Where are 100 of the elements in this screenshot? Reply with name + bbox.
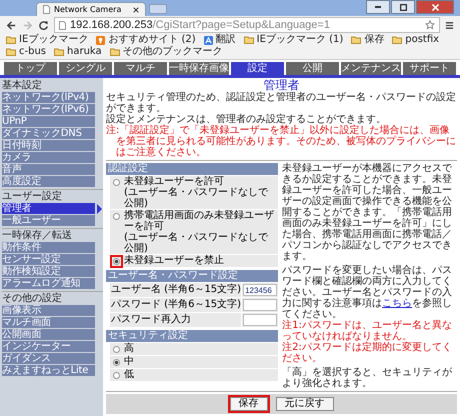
sidebar-heading: 一時保存／転送: [2, 230, 73, 242]
bookmark-item[interactable]: 翻訳: [204, 34, 236, 46]
bookmark-item[interactable]: c-bus: [6, 46, 46, 58]
back-icon[interactable]: [6, 20, 17, 30]
note-text: 「高」を選択すると、セキュリティがより強化されます。: [282, 367, 454, 389]
sidebar-item[interactable]: 動作条件: [2, 242, 95, 253]
sidebar-item[interactable]: 音声: [2, 164, 95, 175]
page-title: 管理者: [264, 78, 300, 92]
sidebar-item[interactable]: マルチ画面: [2, 317, 95, 328]
sidebar-item[interactable]: 高度設定: [2, 176, 95, 187]
close-icon: [432, 4, 438, 10]
radio-row[interactable]: 携帯電話用画面のみ未登録ユーザーを許可 (ユーザー名・パスワードなしで公開): [110, 210, 278, 254]
nav-tab[interactable]: トップ: [4, 62, 57, 75]
note-text: パスワードを変更したい場合は、パスワード欄と確認欄の両方に入力してください。ユーザー名とパスワードの入力に関する注意事項はこちら を参照してください。: [282, 265, 454, 320]
sidebar-item[interactable]: 画像表示: [2, 305, 95, 316]
browser-tab[interactable]: Network Camera: [36, 2, 146, 16]
section-header: セキュリティ設定: [106, 330, 278, 342]
bookmark-item[interactable]: postfix: [392, 34, 440, 46]
sidebar-heading: その他の設定: [2, 293, 63, 304]
bookmark-item[interactable]: おすすめサイト (2): [96, 34, 196, 46]
section-header: 認証設定: [106, 163, 278, 175]
sidebar-item[interactable]: 公開画面: [2, 329, 95, 340]
sidebar-item[interactable]: UPnP: [2, 116, 95, 127]
sidebar-item[interactable]: ダイナミックDNS: [2, 128, 95, 139]
description-text: 設定とメンテナンスは、管理者のみ設定することができます。: [106, 114, 387, 125]
note-text: 注1:パスワードは、ユーザー名と異なっていなければなりません。: [282, 320, 453, 342]
option-label: 未登録ユーザーを禁止: [124, 255, 224, 266]
reload-icon[interactable]: [38, 20, 49, 30]
address-bar[interactable]: 192.168.200.253/CgiStart?page=Setup&Language=1: [54, 17, 440, 33]
folder-icon: [392, 36, 402, 44]
menu-icon[interactable]: [445, 20, 454, 30]
field-label: パスワード再入力: [110, 313, 242, 327]
nav-tab[interactable]: サポート: [403, 62, 456, 75]
radio-row[interactable]: 低: [110, 369, 278, 381]
bookmark-item[interactable]: IEブックマーク (1): [244, 34, 344, 46]
sidebar-item[interactable]: センサー設定: [2, 254, 95, 265]
bookmark-item[interactable]: IEブックマーク: [6, 34, 88, 46]
sidebar-item[interactable]: カメラ: [2, 152, 95, 163]
sidebar-item[interactable]: ガイダンス: [2, 353, 95, 364]
input-field[interactable]: [243, 299, 278, 311]
bulb-icon: [96, 36, 106, 44]
sidebar-item[interactable]: 一般ユーザー: [2, 215, 95, 226]
sidebar-item[interactable]: みえますねっとLite: [2, 365, 95, 376]
radio-button[interactable]: [113, 179, 120, 186]
bookmark-item[interactable]: haruka: [54, 46, 102, 58]
radio-button[interactable]: [113, 258, 120, 265]
option-label: 未登録ユーザーを許可: [124, 176, 225, 187]
revert-button[interactable]: 元に戻す: [276, 397, 334, 411]
note-text: 未登録ユーザーが本機器にアクセスできるか設定することができます。未登録ユーザーを許可した場合、一般ユーザーの設定画面で操作できる機能を公開することができます。「携帯電話用画面のみ未登録ユーザーを許可」にした場合、携帯電話用画面に携帯電話／パソコンから認証なしでアクセスできます。: [282, 163, 454, 262]
field-label: ユーザー名 (半角6～15文字): [110, 283, 242, 297]
input-field[interactable]: 123456: [243, 284, 278, 296]
radio-button[interactable]: [113, 346, 120, 353]
sidebar-item[interactable]: 動作検知設定: [2, 266, 95, 277]
folder-icon: [110, 48, 120, 56]
radio-row[interactable]: 未登録ユーザーを許可 (ユーザー名・パスワードなしで公開): [110, 176, 278, 209]
folder-icon: [54, 48, 64, 56]
option-label: 低: [124, 369, 134, 380]
bookmark-item[interactable]: 保存: [351, 34, 384, 46]
close-icon[interactable]: [133, 6, 139, 12]
option-sublabel: (ユーザー名・パスワードなしで公開): [124, 187, 269, 209]
sidebar-item[interactable]: 日付時刻: [2, 140, 95, 151]
description-text: 注:「認証設定」で「未登録ユーザーを禁止」以外に設定した場合には、画像を第三者に見られる可能性があります。そのため、被写体のプライバシーにはご注意ください。: [106, 125, 457, 158]
option-label: 中: [124, 356, 134, 367]
triangle-icon: [97, 204, 102, 214]
minimize-button[interactable]: [366, 0, 390, 14]
description-text: セキュリティ管理のため、認証設定と管理者のユーザー名・パスワードの設定ができます。: [106, 92, 457, 114]
folder-icon: [244, 36, 254, 44]
sidebar-item[interactable]: ネットワーク(IPv4): [2, 92, 95, 103]
sidebar-item[interactable]: ネットワーク(IPv6): [2, 104, 95, 115]
radio-row[interactable]: 高: [110, 343, 278, 355]
input-field[interactable]: [243, 314, 278, 326]
close-button[interactable]: [416, 0, 454, 14]
section-header: ユーザー名・パスワード設定: [106, 270, 278, 282]
nav-tab[interactable]: 設定: [231, 62, 284, 75]
radio-button[interactable]: [113, 213, 120, 220]
nav-tab[interactable]: シングル: [59, 62, 112, 75]
nav-tab[interactable]: 公開: [286, 62, 339, 75]
maximize-icon: [400, 4, 406, 10]
sidebar-heading: 基本設定: [2, 80, 43, 92]
sidebar-item[interactable]: 管理者: [2, 203, 95, 214]
option-label: 携帯電話用画面のみ未登録ユーザーを許可: [124, 210, 275, 232]
radio-button[interactable]: [113, 359, 120, 366]
note-text: 注2:パスワードは定期的に変更してください。: [282, 342, 453, 364]
sidebar-item[interactable]: アラームログ通知: [2, 278, 95, 289]
save-button[interactable]: 保存: [230, 397, 268, 411]
nav-tab[interactable]: メンテナンス: [341, 62, 401, 75]
sidebar-heading: ユーザー設定: [2, 191, 63, 202]
bookmark-item[interactable]: その他のブックマーク: [110, 46, 223, 58]
nav-tab[interactable]: 一時保存画像: [169, 62, 229, 75]
help-link[interactable]: こちら: [382, 298, 412, 309]
nav-tab[interactable]: マルチ: [114, 62, 167, 75]
option-label: 高: [124, 343, 134, 354]
translate-icon: [204, 36, 213, 44]
folder-icon: [351, 36, 362, 44]
star-icon[interactable]: [425, 20, 435, 30]
sidebar-item[interactable]: インジケーター: [2, 341, 95, 352]
radio-row[interactable]: 中: [110, 356, 278, 368]
radio-row[interactable]: 未登録ユーザーを禁止: [110, 255, 278, 267]
radio-button[interactable]: [113, 372, 120, 379]
maximize-button[interactable]: [391, 0, 415, 14]
